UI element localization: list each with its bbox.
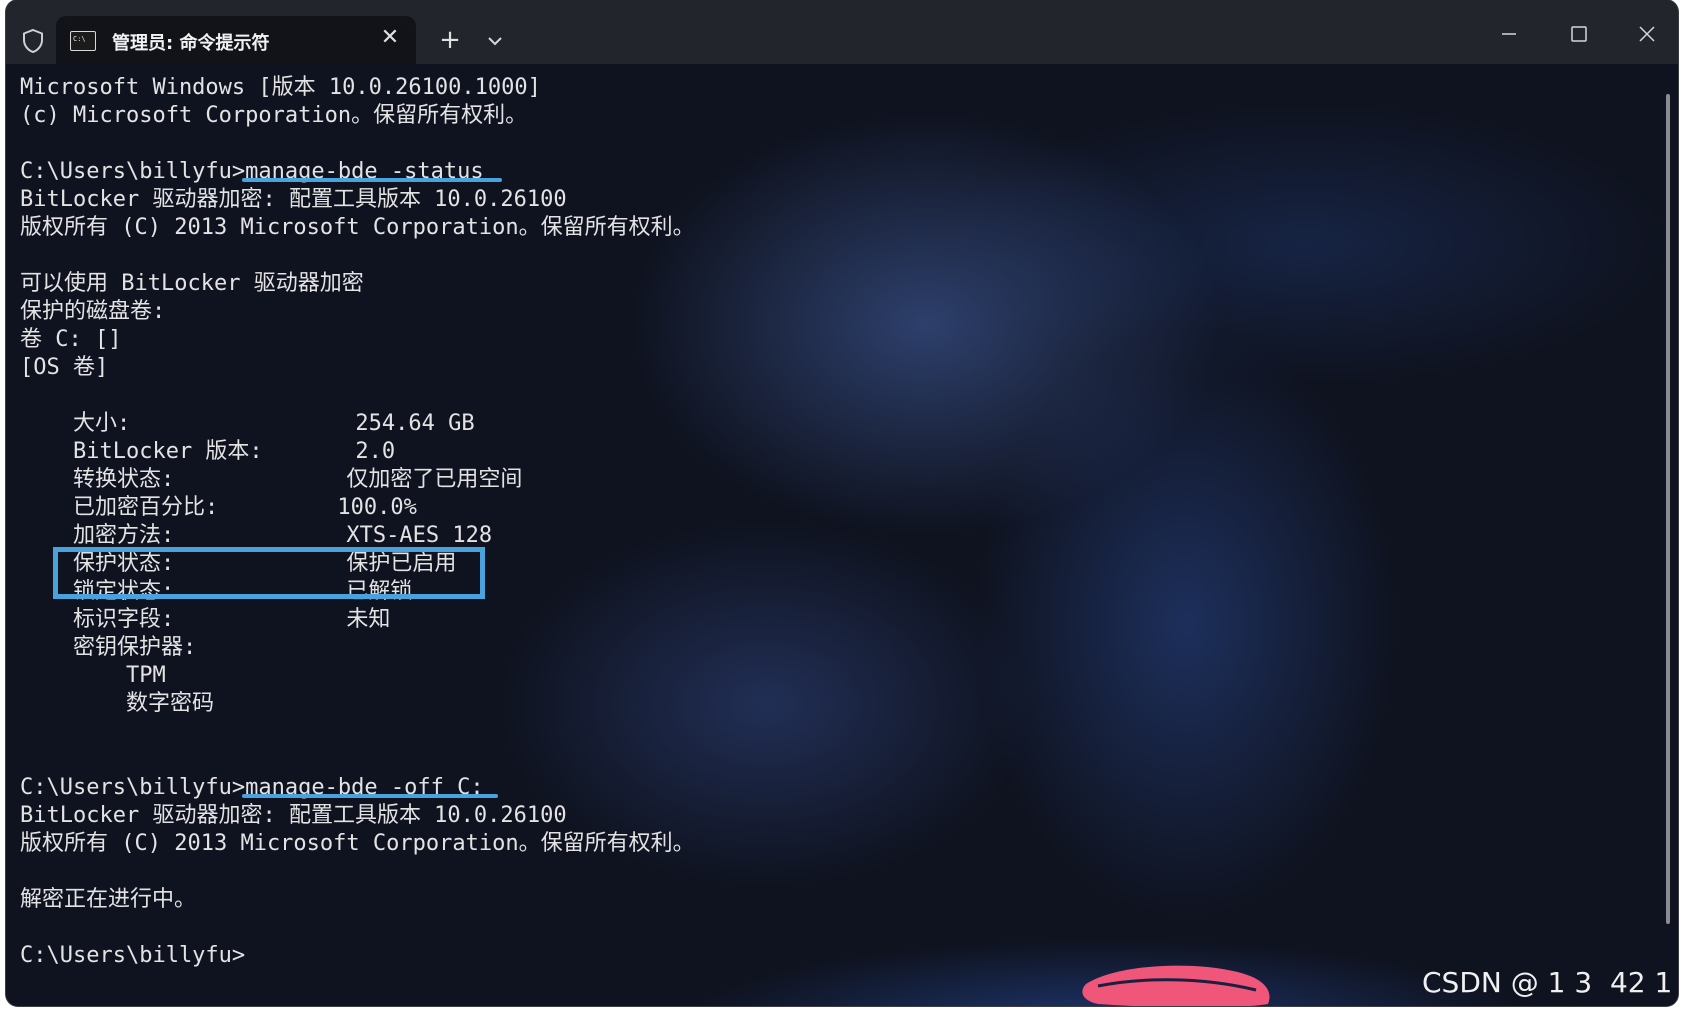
tab-title: 管理员: 命令提示符: [112, 33, 270, 54]
shield-icon: [20, 26, 46, 56]
new-tab-button[interactable]: +: [434, 24, 466, 56]
minimize-icon: [1502, 33, 1516, 35]
terminal-line: 解密正在进行中。: [20, 887, 197, 912]
terminal-line: TPM: [20, 663, 166, 688]
terminal-line: 加密方法: XTS-AES 128: [20, 523, 493, 548]
terminal-line: 卷 C: []: [20, 327, 122, 352]
terminal-line: [OS 卷]: [20, 355, 109, 380]
protection-status-highlight: [53, 547, 485, 599]
maximize-button[interactable]: [1556, 14, 1602, 54]
terminal-line: (c) Microsoft Corporation。保留所有权利。: [20, 103, 528, 128]
terminal-line: BitLocker 版本: 2.0: [20, 439, 396, 464]
command-prompt-icon: [70, 31, 96, 51]
terminal-line: 数字密码: [20, 691, 214, 716]
terminal-line: 转换状态: 仅加密了已用空间: [20, 467, 523, 492]
redaction-scribble: [1082, 965, 1270, 1006]
terminal-line: 保护的磁盘卷:: [20, 299, 166, 324]
minimize-button[interactable]: [1486, 14, 1532, 54]
terminal-line: 密钥保护器:: [20, 635, 197, 660]
scrollbar[interactable]: [1666, 94, 1670, 924]
terminal-line: BitLocker 驱动器加密: 配置工具版本 10.0.26100: [20, 803, 567, 828]
chevron-down-icon: [488, 37, 502, 46]
terminal-line: 可以使用 BitLocker 驱动器加密: [20, 271, 364, 296]
terminal-line: Microsoft Windows [版本 10.0.26100.1000]: [20, 75, 541, 100]
terminal-line: 版权所有 (C) 2013 Microsoft Corporation。保留所有…: [20, 831, 695, 856]
terminal-line: 版权所有 (C) 2013 Microsoft Corporation。保留所有…: [20, 215, 695, 240]
terminal-line: 大小: 254.64 GB: [20, 411, 475, 436]
terminal-line: 标识字段: 未知: [20, 607, 391, 632]
tab-command-prompt[interactable]: 管理员: 命令提示符 ✕: [56, 16, 416, 64]
close-icon: [1639, 26, 1655, 42]
csdn-watermark: CSDN @ 1 3 42 1: [1422, 966, 1673, 999]
terminal-output-area[interactable]: Microsoft Windows [版本 10.0.26100.1000] (…: [6, 64, 1678, 1006]
title-bar: 管理员: 命令提示符 ✕ +: [6, 0, 1678, 64]
terminal-line: BitLocker 驱动器加密: 配置工具版本 10.0.26100: [20, 187, 567, 212]
close-tab-button[interactable]: ✕: [378, 26, 402, 50]
off-command-underline: [242, 794, 498, 798]
maximize-icon: [1571, 26, 1587, 42]
terminal-line: 已加密百分比: 100.0%: [20, 495, 417, 520]
prompt-line[interactable]: C:\Users\billyfu>: [20, 942, 245, 970]
tab-dropdown-button[interactable]: [480, 26, 510, 56]
close-window-button[interactable]: [1624, 14, 1670, 54]
terminal-window: 管理员: 命令提示符 ✕ + Microsoft W: [6, 0, 1678, 1006]
status-command-underline: [242, 178, 502, 182]
